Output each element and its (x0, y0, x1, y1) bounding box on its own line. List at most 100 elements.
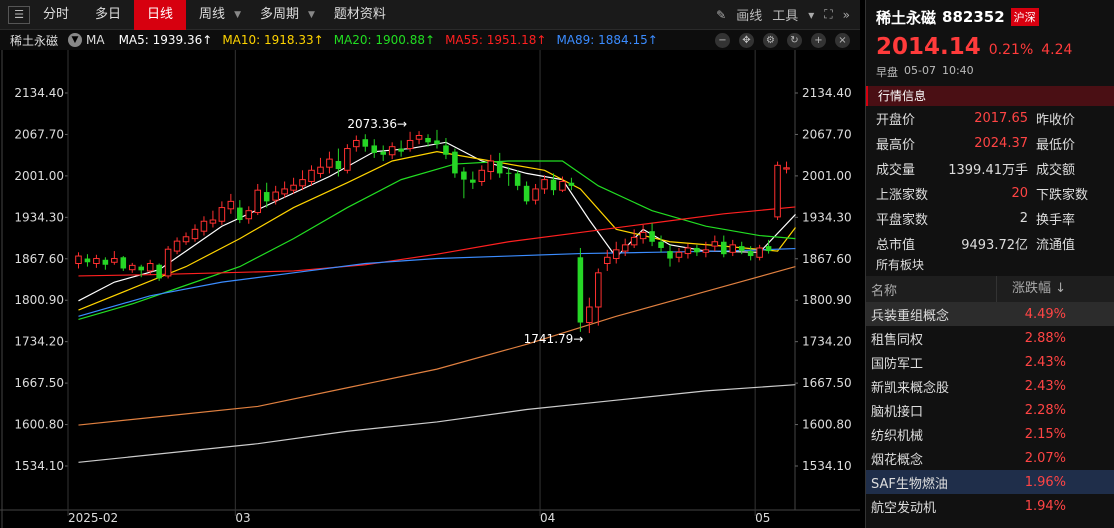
plus-icon[interactable]: + (811, 32, 826, 48)
y-tick-label-left: 1800.90 (14, 293, 64, 307)
last-price: 2014.14 (876, 34, 981, 60)
board-name: 国防军工 (871, 356, 924, 372)
kline-chart[interactable]: 2134.40 2134.40 2067.70 2067.70 2001.00 2001.… (0, 50, 860, 528)
candle-body-down (649, 231, 655, 242)
candle-body-down (514, 173, 521, 186)
boards-table: 兵装重组概念 4.49% 租售同权 2.88% 国防军工 2.43% 新凯来概念股 2… (866, 302, 1114, 518)
y-tick-label-left: 1667.50 (14, 376, 64, 390)
security-title: 稀土永磁 882352 沪深 (866, 0, 1114, 34)
expand-icon[interactable]: ⛶ (824, 7, 832, 22)
candle-body-up (630, 236, 638, 246)
quote-label: 流通值 (1036, 238, 1076, 253)
price-line: 2014.14 0.21% 4.24 (866, 34, 1114, 64)
table-row[interactable]: 租售同权 2.88% (866, 326, 1114, 350)
quote-value: 9493.72亿 (961, 238, 1028, 253)
quote-row: 成交量 1399.41万手 成交额 (866, 156, 1114, 181)
candle-body-down (505, 172, 512, 174)
section-header[interactable]: 行情信息 (866, 86, 1114, 106)
candle-body-down (577, 257, 584, 323)
ma20-value: MA20: 1900.88↑ (333, 33, 436, 47)
col-name[interactable]: 名称 (866, 280, 996, 299)
tab-daily[interactable]: 日线 (134, 0, 187, 30)
minus-icon[interactable]: − (715, 32, 730, 48)
gear-icon[interactable]: ⚙ (763, 32, 778, 48)
candle-body-down (156, 264, 162, 279)
y-tick-label-right: 1867.60 (802, 252, 852, 266)
tab-topic-info[interactable]: 题材资料 (321, 0, 399, 30)
table-row[interactable]: 国防军工 2.43% (866, 350, 1114, 374)
candle-body-up (353, 139, 360, 148)
quote-value: 2024.37 (974, 136, 1028, 151)
candle-body-up (191, 228, 199, 240)
candle-body-down (371, 145, 378, 153)
y-tick-label-right: 1667.50 (802, 376, 852, 390)
candle-body-up (299, 179, 306, 187)
col-pct[interactable]: 涨跌幅 ↓ (996, 276, 1072, 302)
chevron-down-icon[interactable]: ▼ (68, 33, 83, 47)
quote-label: 上涨家数 (876, 188, 929, 203)
candle-body-down (568, 182, 575, 186)
table-row[interactable]: 烟花概念 2.07% (866, 446, 1114, 470)
ma55-value: MA55: 1951.18↑ (445, 33, 547, 47)
table-row[interactable]: 纺织机械 2.15% (866, 422, 1114, 446)
tab-weekly[interactable]: 周线 (186, 0, 238, 30)
candle-body-down (380, 151, 386, 155)
candle-body-down (362, 139, 369, 147)
app-window: ☰ 分时 多日 日线 周线 ▼ 多周期 ▼ 题材资料 ✎ 画线 工具 ▾ ⛶ »… (0, 0, 1114, 528)
y-tick-label-right: 1934.30 (802, 210, 852, 224)
board-pct: 1.94% (1024, 498, 1066, 514)
tools-button[interactable]: 工具 (772, 5, 798, 24)
chevron-down-icon[interactable]: ▾ (808, 8, 814, 22)
candle-body-up (478, 169, 486, 182)
board-name: 脑机接口 (871, 404, 924, 420)
candle-body-down (470, 179, 476, 183)
board-pct: 1.96% (1024, 474, 1066, 490)
tab-multiperiod[interactable]: 多周期 (247, 0, 312, 30)
ma-indicator-bar: 稀土永磁 ▼ MA MA5: 1939.36↑ MA10: 1918.33↑ M… (0, 30, 860, 50)
change-value: 4.24 (1041, 42, 1073, 58)
candle-body-up (290, 184, 297, 191)
table-row[interactable]: 新凯来概念股 2.43% (866, 374, 1114, 398)
candle-body-up (586, 306, 593, 324)
collapse-icon[interactable]: ☰ (8, 5, 30, 24)
security-name: 稀土永磁 (876, 8, 937, 27)
table-row[interactable]: SAF生物燃油 1.96% (866, 470, 1114, 494)
y-tick-label-right: 1800.90 (802, 293, 852, 307)
chevron-down-icon[interactable]: ▼ (308, 10, 315, 20)
quote-label: 下跌家数 (1036, 188, 1089, 203)
board-name: 兵装重组概念 (871, 308, 950, 324)
tab-intraday[interactable]: 分时 (30, 0, 82, 30)
candle-body-up (621, 244, 629, 252)
collapse-right-icon[interactable]: » (843, 8, 850, 22)
candle-body-up (272, 191, 279, 201)
candle-body-up (317, 166, 324, 174)
quote-value: 1399.41万手 (948, 163, 1028, 178)
quote-label: 换手率 (1036, 213, 1076, 228)
table-row[interactable]: 航空发动机 1.94% (866, 494, 1114, 518)
candle-body-up (639, 231, 647, 240)
candle-body-up (756, 247, 763, 258)
ma-label[interactable]: MA (86, 33, 105, 47)
move-icon[interactable]: ✥ (739, 32, 754, 48)
y-tick-label-left: 1934.30 (14, 210, 64, 224)
candle-body-down (138, 266, 144, 271)
candle-body-down (721, 241, 727, 255)
quote-label: 开盘价 (876, 113, 916, 128)
draw-line-button[interactable]: 画线 (736, 5, 762, 24)
chevron-down-icon[interactable]: ▼ (234, 10, 241, 20)
quote-label: 总市值 (876, 238, 916, 253)
candle-body-up (415, 135, 423, 140)
y-tick-label-left: 2134.40 (14, 86, 64, 100)
refresh-icon[interactable]: ↻ (787, 32, 802, 48)
pencil-icon: ✎ (716, 7, 727, 22)
ma5-value: MA5: 1939.36↑ (118, 33, 213, 47)
candle-body-up (783, 167, 790, 170)
board-pct: 2.28% (1024, 402, 1066, 418)
table-row[interactable]: 兵装重组概念 4.49% (866, 302, 1114, 326)
table-row[interactable]: 脑机接口 2.28% (866, 398, 1114, 422)
security-code: 882352 (942, 8, 1005, 26)
tab-multiday[interactable]: 多日 (82, 0, 134, 30)
y-tick-label-right: 1734.20 (802, 335, 852, 349)
close-icon[interactable]: × (835, 32, 850, 48)
quote-label: 平盘家数 (876, 213, 929, 228)
